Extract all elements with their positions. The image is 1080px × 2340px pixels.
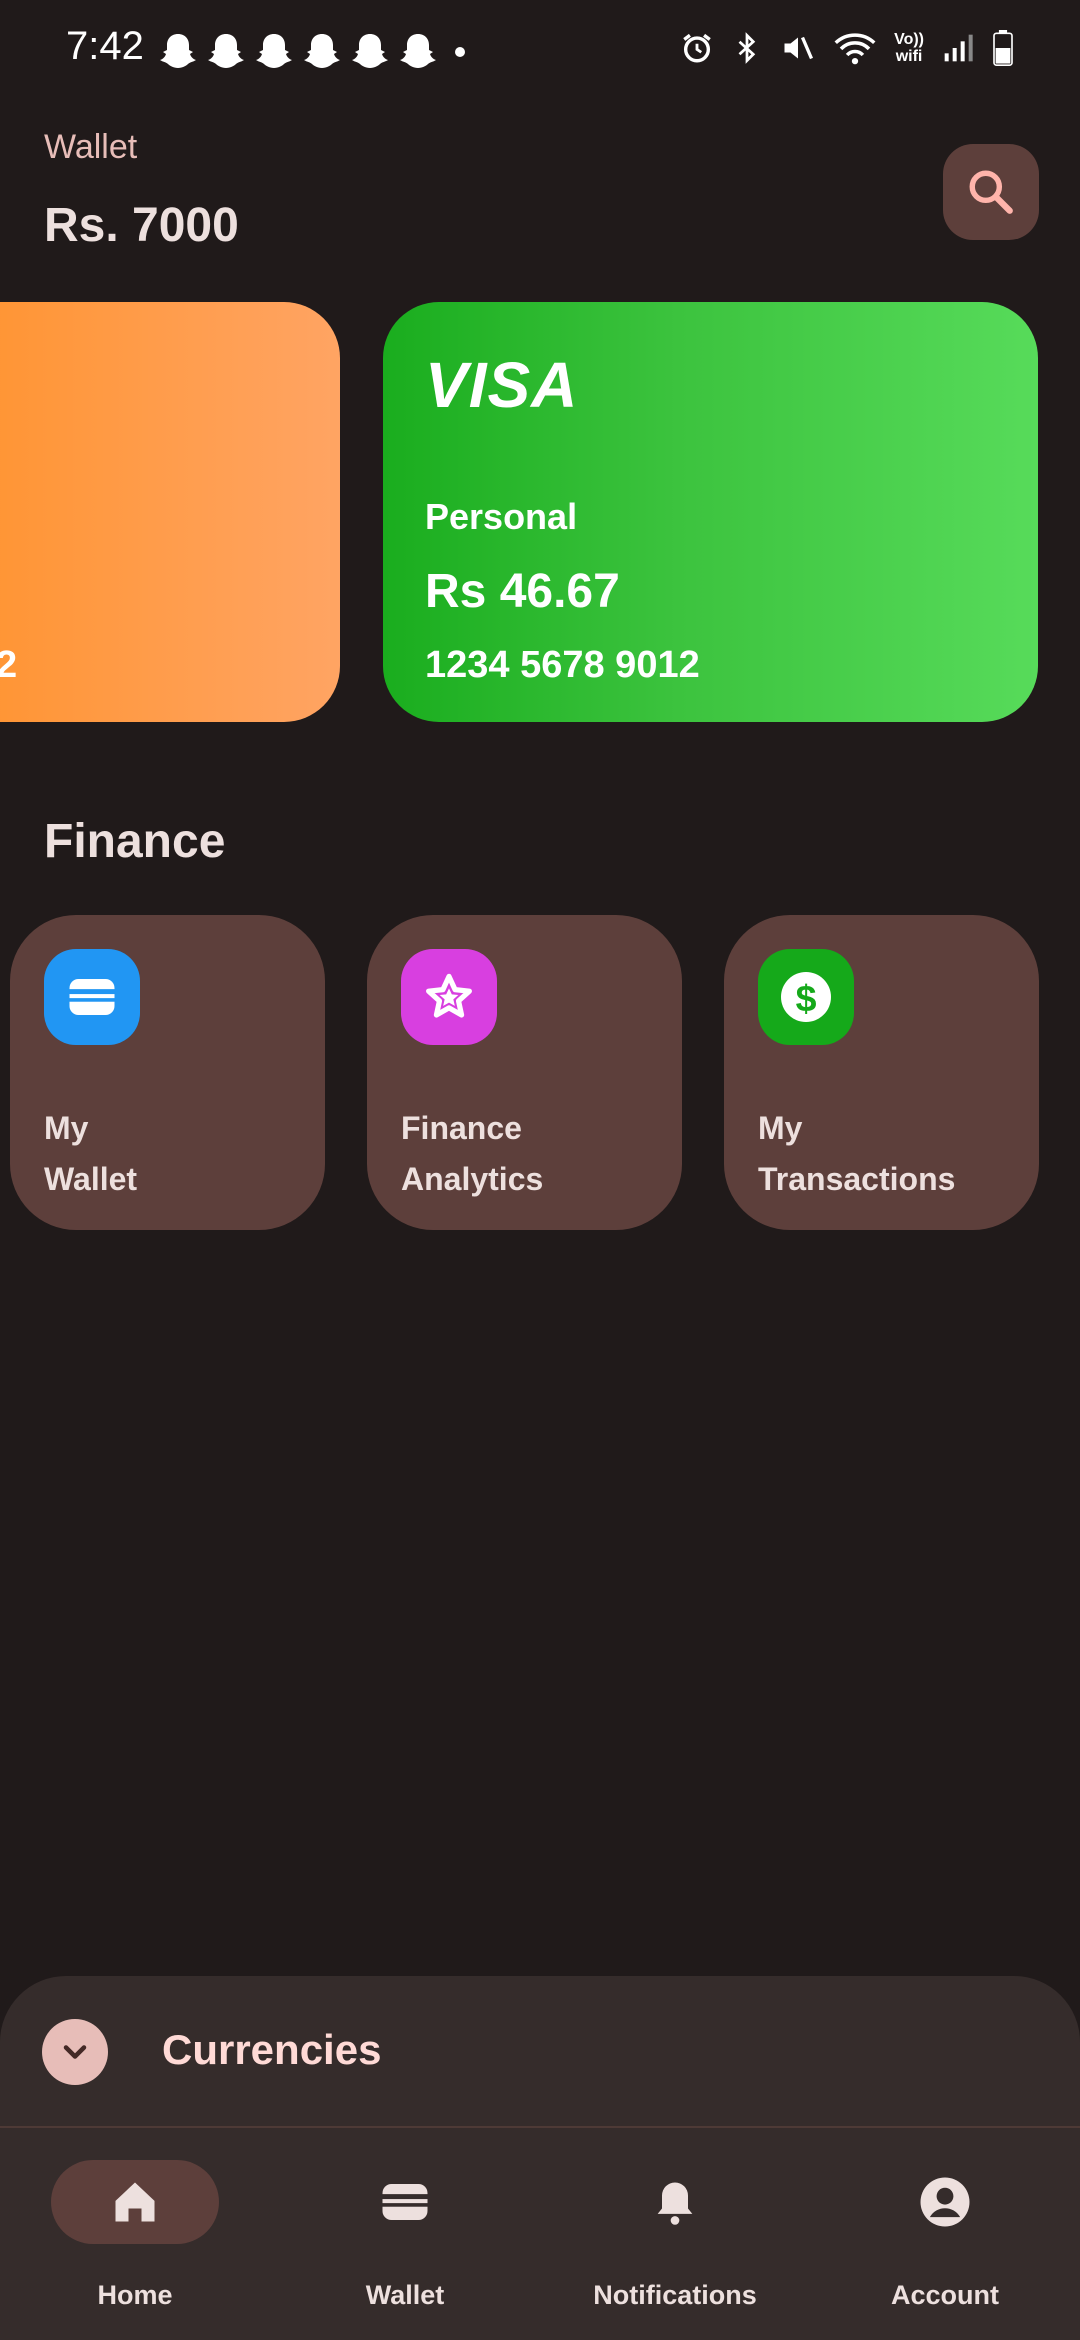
nav-item-notifications[interactable]: Notifications	[540, 2128, 810, 2340]
nav-label: Account	[891, 2280, 999, 2310]
wallet-label: Wallet	[44, 128, 138, 166]
nav-item-account[interactable]: Account	[810, 2128, 1080, 2340]
search-icon	[969, 170, 1013, 214]
wallet-icon	[69, 979, 115, 1015]
card-balance: Rs 46.67	[425, 565, 620, 618]
nav-label: Notifications	[593, 2280, 757, 2310]
finance-section-title: Finance	[44, 815, 226, 868]
nav-item-home[interactable]: Home	[0, 2128, 270, 2340]
chevron-down-icon	[63, 2045, 87, 2059]
system-icons: Vo)) wifi	[680, 30, 1014, 66]
bottom-navigation: Home Wallet Notifications Account	[0, 2128, 1080, 2340]
nav-icon-container	[861, 2160, 1029, 2244]
wifi-icon	[834, 33, 876, 65]
nav-icon-container	[591, 2160, 759, 2244]
card-number-fragment: 2	[0, 644, 18, 686]
volte-line1: Vo))	[894, 31, 924, 48]
notification-icons	[160, 32, 436, 72]
svg-text:$: $	[796, 977, 817, 1019]
nav-item-wallet[interactable]: Wallet	[270, 2128, 540, 2340]
snapchat-icon	[160, 34, 196, 68]
nav-label: Wallet	[365, 2280, 445, 2310]
my-wallet-tile[interactable]: My Wallet	[10, 915, 325, 1230]
currencies-title: Currencies	[162, 2026, 382, 2073]
alarm-icon	[683, 33, 711, 63]
mute-icon	[784, 36, 814, 60]
wallet-card-orange[interactable]: 2	[0, 302, 340, 722]
snapchat-icon	[400, 34, 436, 68]
expand-currencies-button[interactable]	[42, 2019, 108, 2085]
card-type: Personal	[425, 496, 578, 537]
dollar-icon: $	[781, 972, 831, 1022]
nav-active-indicator	[51, 2160, 219, 2244]
more-notifications-dot	[455, 47, 465, 57]
my-transactions-tile[interactable]: $ My Transactions	[724, 915, 1039, 1230]
bluetooth-icon	[738, 32, 756, 64]
visa-logo: VISA	[425, 349, 579, 421]
tile-label: My Transactions	[758, 1110, 956, 1197]
star-icon	[426, 973, 472, 1018]
bell-icon	[657, 2182, 693, 2225]
finance-analytics-tile[interactable]: Finance Analytics	[367, 915, 682, 1230]
currencies-sheet[interactable]: Currencies	[0, 1976, 1080, 2126]
snapchat-icon	[304, 34, 340, 68]
snapchat-icon	[256, 34, 292, 68]
tile-label: Finance Analytics	[401, 1110, 544, 1197]
star-icon-badge	[401, 949, 497, 1045]
dollar-icon-badge: $	[758, 949, 854, 1045]
volte-line2: wifi	[895, 48, 923, 65]
wallet-total-balance: Rs. 7000	[44, 199, 239, 252]
card-number: 1234 5678 9012	[425, 644, 700, 686]
status-bar: 7:42 Vo)) wifi	[0, 0, 1080, 100]
wallet-icon	[382, 2184, 428, 2220]
snapchat-icon	[208, 34, 244, 68]
snapchat-icon	[352, 34, 388, 68]
status-time: 7:42	[66, 24, 144, 68]
volte-wifi-indicator: Vo)) wifi	[894, 31, 924, 65]
nav-label: Home	[97, 2280, 173, 2310]
tile-label: My Wallet	[44, 1110, 138, 1197]
battery-icon	[993, 30, 1013, 66]
wallet-home-screen: 7:42 Vo)) wifi Wallet Rs. 7000 2 VISA Pe…	[0, 0, 1080, 2340]
nav-icon-container	[321, 2160, 489, 2244]
wallet-card-visa[interactable]: VISA Personal Rs 46.67 1234 5678 9012	[383, 302, 1038, 722]
search-button[interactable]	[943, 144, 1039, 240]
wallet-icon-badge	[44, 949, 140, 1045]
account-icon	[920, 2177, 970, 2227]
home-icon	[115, 2182, 155, 2222]
signal-icon	[944, 34, 973, 62]
